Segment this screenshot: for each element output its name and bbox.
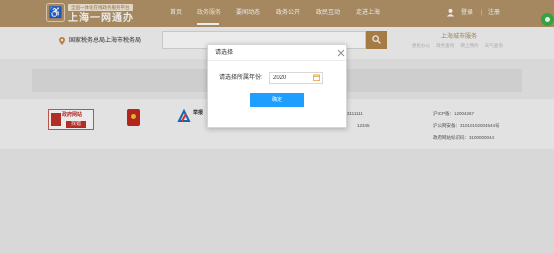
close-icon[interactable] [337, 49, 345, 57]
dialog-title: 请选择 [215, 50, 234, 56]
year-label: 请选择所属年份: [219, 75, 263, 81]
dialog-header: 请选择 [208, 45, 346, 61]
year-select-dialog: 请选择 请选择所属年份: 确定 [207, 44, 347, 128]
calendar-icon[interactable] [313, 74, 320, 81]
confirm-button[interactable]: 确定 [250, 93, 304, 107]
